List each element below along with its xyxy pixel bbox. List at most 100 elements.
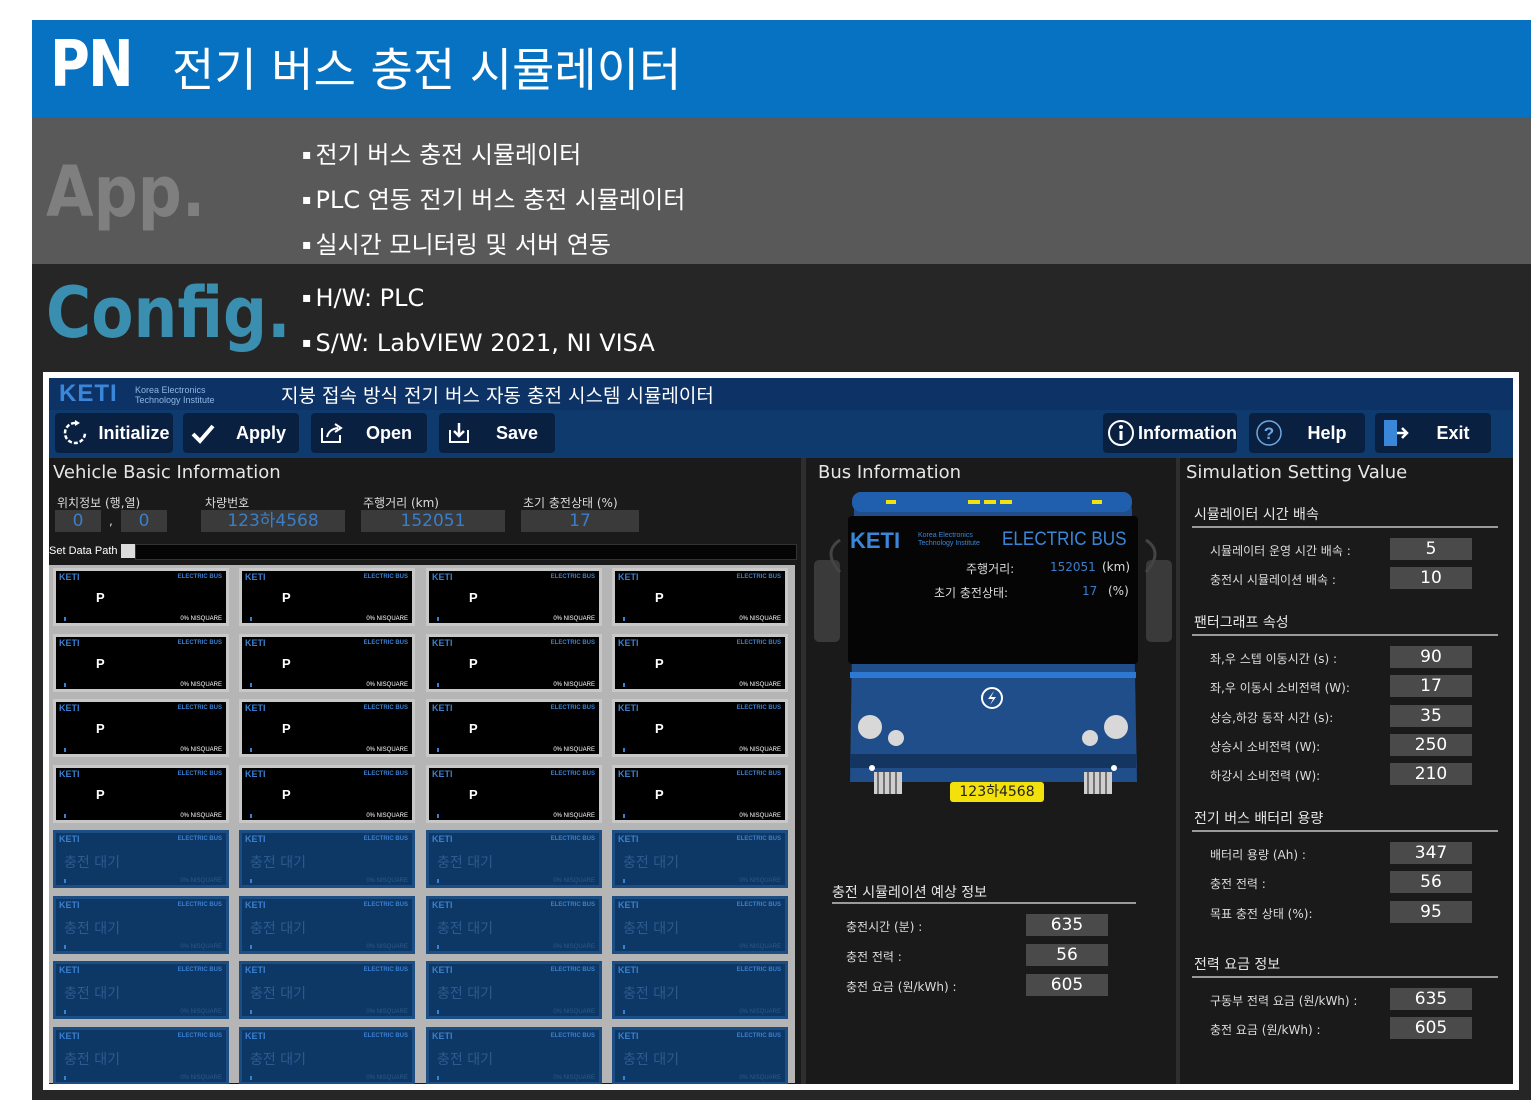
- slot-status: P: [469, 590, 478, 605]
- slot-charge: 0% NISQUARE: [180, 1075, 222, 1081]
- setting-value-input[interactable]: 605: [1390, 1017, 1472, 1039]
- exit-button[interactable]: Exit: [1375, 413, 1491, 453]
- waiting-slot[interactable]: KETI ELECTRIC BUS 충전 대기 0% NISQUARE: [239, 1027, 415, 1084]
- slot-logo: KETI: [618, 769, 639, 779]
- setting-value-input[interactable]: 56: [1390, 871, 1472, 893]
- slot-status: 충전 대기: [64, 986, 120, 1002]
- parking-slot[interactable]: KETI ELECTRIC BUS P 0% NISQUARE: [612, 634, 788, 692]
- setting-label: 충전 요금 (원/kWh) :: [1210, 1023, 1321, 1037]
- slot-logo: KETI: [245, 703, 266, 713]
- car-number-field[interactable]: 123하4568: [201, 510, 345, 532]
- waiting-slot[interactable]: KETI ELECTRIC BUS 충전 대기 0% NISQUARE: [53, 961, 229, 1019]
- setting-value-input[interactable]: 17: [1390, 675, 1472, 697]
- slot-logo: KETI: [618, 900, 639, 910]
- slot-logo: KETI: [245, 965, 266, 975]
- slot-charge: 0% NISQUARE: [180, 944, 222, 950]
- config-bullet: S/W: LabVIEW 2021, NI VISA: [302, 329, 655, 357]
- waiting-slot[interactable]: KETI ELECTRIC BUS 충전 대기 0% NISQUARE: [612, 961, 788, 1019]
- slot-logo: KETI: [59, 769, 80, 779]
- soc-field[interactable]: 17: [521, 510, 639, 532]
- setting-value-input[interactable]: 5: [1390, 538, 1472, 560]
- slot-logo: KETI: [245, 900, 266, 910]
- setting-value-input[interactable]: 90: [1390, 646, 1472, 668]
- parking-slot[interactable]: KETI ELECTRIC BUS P 0% NISQUARE: [53, 699, 229, 757]
- initialize-button[interactable]: Initialize: [55, 413, 173, 453]
- slot-brand: ELECTRIC BUS: [177, 705, 222, 711]
- slot-logo: KETI: [245, 638, 266, 648]
- forecast-value: 56: [1026, 944, 1108, 966]
- information-button[interactable]: Information: [1103, 413, 1237, 453]
- slot-indicator: [250, 814, 252, 818]
- setting-value-input[interactable]: 35: [1390, 705, 1472, 727]
- slot-indicator: [437, 1010, 439, 1014]
- slot-charge: 0% NISQUARE: [739, 813, 781, 819]
- help-button[interactable]: ? Help: [1249, 413, 1365, 453]
- slot-indicator: [250, 945, 252, 949]
- slot-charge: 0% NISQUARE: [366, 1009, 408, 1015]
- folder-browse-icon[interactable]: [121, 544, 135, 558]
- slot-brand: ELECTRIC BUS: [736, 1033, 781, 1039]
- position-row-input[interactable]: 0: [55, 510, 101, 532]
- save-button[interactable]: Save: [439, 413, 555, 453]
- slot-brand: ELECTRIC BUS: [363, 967, 408, 973]
- parking-slot[interactable]: KETI ELECTRIC BUS P 0% NISQUARE: [53, 634, 229, 692]
- waiting-slot[interactable]: KETI ELECTRIC BUS 충전 대기 0% NISQUARE: [53, 1027, 229, 1084]
- distance-field[interactable]: 152051: [361, 510, 505, 532]
- waiting-slot[interactable]: KETI ELECTRIC BUS 충전 대기 0% NISQUARE: [612, 830, 788, 888]
- parking-slot[interactable]: KETI ELECTRIC BUS P 0% NISQUARE: [239, 568, 415, 626]
- app-bullet: 전기 버스 충전 시뮬레이터: [302, 135, 582, 170]
- slot-indicator: [64, 879, 66, 883]
- parking-slot[interactable]: KETI ELECTRIC BUS P 0% NISQUARE: [612, 568, 788, 626]
- waiting-slot[interactable]: KETI ELECTRIC BUS 충전 대기 0% NISQUARE: [53, 830, 229, 888]
- position-col-input[interactable]: 0: [121, 510, 167, 532]
- slot-brand: ELECTRIC BUS: [550, 967, 595, 973]
- slot-indicator: [250, 748, 252, 752]
- check-icon: [183, 413, 223, 453]
- waiting-slot[interactable]: KETI ELECTRIC BUS 충전 대기 0% NISQUARE: [53, 896, 229, 954]
- parking-slot[interactable]: KETI ELECTRIC BUS P 0% NISQUARE: [612, 765, 788, 823]
- waiting-slot[interactable]: KETI ELECTRIC BUS 충전 대기 0% NISQUARE: [612, 896, 788, 954]
- parking-slot[interactable]: KETI ELECTRIC BUS P 0% NISQUARE: [239, 765, 415, 823]
- waiting-slot[interactable]: KETI ELECTRIC BUS 충전 대기 0% NISQUARE: [426, 1027, 602, 1084]
- waiting-slot[interactable]: KETI ELECTRIC BUS 충전 대기 0% NISQUARE: [612, 1027, 788, 1084]
- parking-slot[interactable]: KETI ELECTRIC BUS P 0% NISQUARE: [239, 699, 415, 757]
- slot-charge: 0% NISQUARE: [553, 878, 595, 884]
- waiting-slot[interactable]: KETI ELECTRIC BUS 충전 대기 0% NISQUARE: [239, 896, 415, 954]
- setting-label: 좌,우 이동시 소비전력 (W):: [1210, 681, 1350, 695]
- app-bullet: PLC 연동 전기 버스 충전 시뮬레이터: [302, 180, 686, 215]
- parking-slot[interactable]: KETI ELECTRIC BUS P 0% NISQUARE: [53, 568, 229, 626]
- slot-logo: KETI: [618, 1031, 639, 1041]
- app-window-frame: KETI Korea Electronics Technology Instit…: [43, 372, 1519, 1090]
- parking-slot[interactable]: KETI ELECTRIC BUS P 0% NISQUARE: [53, 765, 229, 823]
- setting-value-input[interactable]: 347: [1390, 842, 1472, 864]
- waiting-slot[interactable]: KETI ELECTRIC BUS 충전 대기 0% NISQUARE: [426, 830, 602, 888]
- slot-indicator: [64, 683, 66, 687]
- forecast-divider: [832, 902, 1136, 904]
- slot-charge: 0% NISQUARE: [739, 878, 781, 884]
- slot-status: 충전 대기: [623, 1052, 679, 1068]
- slot-indicator: [437, 748, 439, 752]
- waiting-slot[interactable]: KETI ELECTRIC BUS 충전 대기 0% NISQUARE: [239, 961, 415, 1019]
- parking-slot[interactable]: KETI ELECTRIC BUS P 0% NISQUARE: [426, 568, 602, 626]
- apply-button[interactable]: Apply: [183, 413, 299, 453]
- open-button[interactable]: Open: [311, 413, 427, 453]
- parking-slot[interactable]: KETI ELECTRIC BUS P 0% NISQUARE: [426, 699, 602, 757]
- waiting-slot[interactable]: KETI ELECTRIC BUS 충전 대기 0% NISQUARE: [426, 896, 602, 954]
- setting-value-input[interactable]: 95: [1390, 901, 1472, 923]
- parking-slot[interactable]: KETI ELECTRIC BUS P 0% NISQUARE: [239, 634, 415, 692]
- forecast-value: 605: [1026, 974, 1108, 996]
- slot-charge: 0% NISQUARE: [180, 1009, 222, 1015]
- setting-value-input[interactable]: 635: [1390, 988, 1472, 1010]
- slot-status: 충전 대기: [250, 921, 306, 937]
- setting-value-input[interactable]: 210: [1390, 763, 1472, 785]
- slot-brand: ELECTRIC BUS: [550, 1033, 595, 1039]
- vehicle-panel-title: Vehicle Basic Information: [53, 462, 281, 483]
- parking-slot[interactable]: KETI ELECTRIC BUS P 0% NISQUARE: [426, 634, 602, 692]
- parking-slot[interactable]: KETI ELECTRIC BUS P 0% NISQUARE: [612, 699, 788, 757]
- waiting-slot[interactable]: KETI ELECTRIC BUS 충전 대기 0% NISQUARE: [239, 830, 415, 888]
- parking-slot[interactable]: KETI ELECTRIC BUS P 0% NISQUARE: [426, 765, 602, 823]
- data-path-input[interactable]: [135, 544, 797, 560]
- setting-value-input[interactable]: 250: [1390, 734, 1472, 756]
- setting-value-input[interactable]: 10: [1390, 567, 1472, 589]
- waiting-slot[interactable]: KETI ELECTRIC BUS 충전 대기 0% NISQUARE: [426, 961, 602, 1019]
